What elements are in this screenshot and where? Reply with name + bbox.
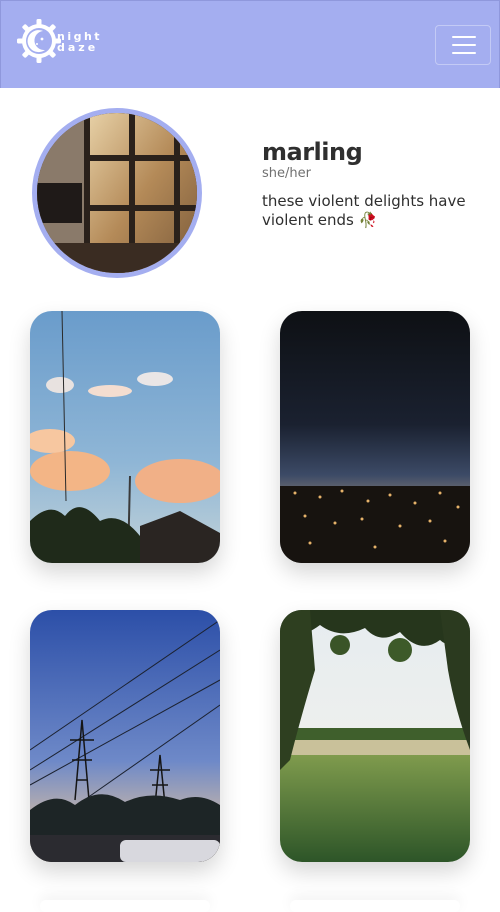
photo-card-partial	[40, 900, 210, 912]
profile-pronouns: she/her	[262, 166, 311, 181]
profile-bio: these violent delights have violent ends…	[262, 192, 466, 229]
menu-toggle-button[interactable]	[435, 25, 491, 65]
brand-logo[interactable]: night daze	[15, 17, 111, 65]
brand-line2: daze	[57, 41, 98, 54]
photo-card-green-field[interactable]	[280, 610, 470, 862]
profile-avatar[interactable]	[32, 108, 202, 278]
photo-card-night-harbour[interactable]	[280, 311, 470, 563]
navbar: night daze	[0, 0, 500, 88]
photo-card-sunset-clouds[interactable]	[30, 311, 220, 563]
profile-name: marling	[262, 138, 363, 166]
photo-card-power-lines[interactable]	[30, 610, 220, 862]
photo-card-partial	[290, 900, 460, 912]
